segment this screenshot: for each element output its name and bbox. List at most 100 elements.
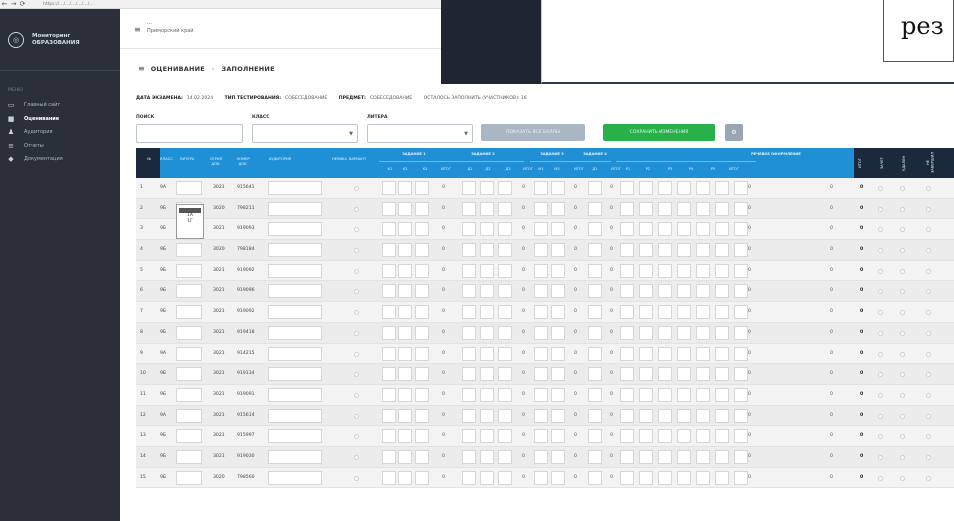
back-icon[interactable]: ← — [0, 0, 9, 8]
sidebar-item-reports[interactable]: ≡ Отчеты — [0, 140, 120, 152]
score-input[interactable] — [696, 470, 710, 485]
brand[interactable]: ◎ Мониторинг ОБРАЗОВАНИЯ — [0, 9, 120, 71]
score-input[interactable] — [696, 222, 710, 237]
score-input[interactable] — [398, 387, 412, 402]
score-input[interactable] — [715, 305, 729, 320]
absent-checkbox[interactable] — [354, 434, 359, 440]
score-input[interactable] — [658, 284, 672, 299]
score-input[interactable] — [639, 263, 653, 278]
status-checkbox[interactable] — [878, 351, 883, 357]
score-input[interactable] — [620, 305, 634, 320]
score-input[interactable] — [415, 449, 429, 464]
status-checkbox[interactable] — [878, 268, 883, 274]
score-input[interactable] — [677, 305, 691, 320]
score-input[interactable] — [696, 243, 710, 258]
score-input[interactable] — [715, 181, 729, 195]
score-input[interactable] — [462, 449, 476, 464]
score-input[interactable] — [639, 387, 653, 402]
score-input[interactable] — [658, 263, 672, 278]
status-checkbox[interactable] — [926, 475, 931, 481]
score-input[interactable] — [551, 346, 565, 361]
score-input[interactable] — [398, 243, 412, 258]
score-input[interactable] — [734, 325, 748, 340]
score-input[interactable] — [480, 408, 494, 423]
status-checkbox[interactable] — [878, 454, 883, 460]
score-input[interactable] — [498, 429, 512, 444]
score-input[interactable] — [639, 325, 653, 340]
score-input[interactable] — [639, 181, 653, 195]
status-checkbox[interactable] — [926, 392, 931, 398]
score-input[interactable] — [498, 222, 512, 237]
score-input[interactable] — [551, 243, 565, 258]
score-input[interactable] — [734, 181, 748, 195]
score-input[interactable] — [715, 325, 729, 340]
score-input[interactable] — [658, 429, 672, 444]
score-input[interactable] — [551, 470, 565, 485]
status-checkbox[interactable] — [878, 248, 883, 254]
score-input[interactable] — [677, 325, 691, 340]
address-bar[interactable]: https://…/…/…/…/…/… — [43, 2, 94, 7]
score-input[interactable] — [620, 387, 634, 402]
score-input[interactable] — [551, 181, 565, 195]
letter-cell[interactable] — [176, 429, 202, 444]
score-input[interactable] — [534, 201, 548, 216]
score-input[interactable] — [620, 408, 634, 423]
score-input[interactable] — [658, 367, 672, 382]
audience-input[interactable] — [268, 387, 322, 402]
score-input[interactable] — [534, 449, 548, 464]
status-checkbox[interactable] — [900, 351, 905, 357]
score-input[interactable] — [588, 305, 602, 320]
score-input[interactable] — [551, 325, 565, 340]
score-input[interactable] — [658, 346, 672, 361]
score-input[interactable] — [498, 346, 512, 361]
score-input[interactable] — [639, 222, 653, 237]
status-checkbox[interactable] — [926, 248, 931, 254]
letter-cell[interactable] — [176, 305, 202, 320]
score-input[interactable] — [498, 470, 512, 485]
score-input[interactable] — [696, 346, 710, 361]
score-input[interactable] — [398, 222, 412, 237]
score-input[interactable] — [534, 222, 548, 237]
score-input[interactable] — [620, 429, 634, 444]
audience-input[interactable] — [268, 346, 322, 361]
audience-input[interactable] — [268, 408, 322, 423]
score-input[interactable] — [639, 346, 653, 361]
score-input[interactable] — [588, 408, 602, 423]
absent-checkbox[interactable] — [354, 372, 359, 378]
score-input[interactable] — [462, 408, 476, 423]
score-input[interactable] — [534, 284, 548, 299]
score-input[interactable] — [734, 470, 748, 485]
absent-checkbox[interactable] — [354, 248, 359, 254]
absent-checkbox[interactable] — [354, 330, 359, 336]
status-checkbox[interactable] — [878, 289, 883, 295]
score-input[interactable] — [398, 305, 412, 320]
show-scores-button[interactable]: ПОКАЗАТЬ ВСЕ БАЛЛЫ — [481, 124, 585, 141]
audience-input[interactable] — [268, 305, 322, 320]
score-input[interactable] — [462, 346, 476, 361]
score-input[interactable] — [551, 305, 565, 320]
letter-cell[interactable] — [176, 387, 202, 402]
status-checkbox[interactable] — [900, 372, 905, 378]
score-input[interactable] — [462, 181, 476, 195]
score-input[interactable] — [415, 429, 429, 444]
score-input[interactable] — [734, 408, 748, 423]
score-input[interactable] — [534, 470, 548, 485]
status-checkbox[interactable] — [900, 248, 905, 254]
score-input[interactable] — [677, 387, 691, 402]
score-input[interactable] — [534, 387, 548, 402]
score-input[interactable] — [480, 222, 494, 237]
score-input[interactable] — [498, 305, 512, 320]
score-input[interactable] — [415, 346, 429, 361]
score-input[interactable] — [715, 201, 729, 216]
score-input[interactable] — [677, 284, 691, 299]
score-input[interactable] — [620, 325, 634, 340]
score-input[interactable] — [534, 263, 548, 278]
score-input[interactable] — [588, 263, 602, 278]
letter-cell[interactable] — [176, 263, 202, 278]
status-checkbox[interactable] — [926, 227, 931, 233]
score-input[interactable] — [382, 222, 396, 237]
score-input[interactable] — [398, 408, 412, 423]
score-input[interactable] — [715, 470, 729, 485]
absent-checkbox[interactable] — [354, 413, 359, 419]
score-input[interactable] — [734, 449, 748, 464]
